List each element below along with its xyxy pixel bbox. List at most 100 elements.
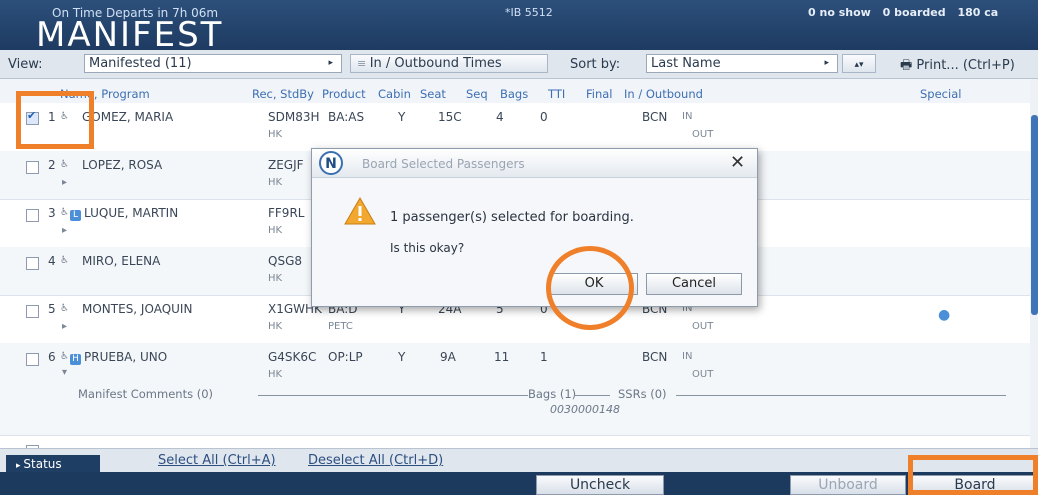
dropdown-arrow-icon: ▸ xyxy=(328,58,333,68)
checkbox-icon[interactable] xyxy=(26,257,39,270)
table-row[interactable]: 1 ♿ GOMEZ, MARIA SDM83H HK BA:AS Y 15C 4… xyxy=(0,103,1030,152)
record-locator: G4SK6C xyxy=(268,350,317,364)
table-row[interactable]: 6 ♿ ▾ H PRUEBA, UNO G4SK6C HK OP:LP Y 9A… xyxy=(0,343,1030,436)
app-logo-icon: N xyxy=(319,151,343,175)
printer-icon: 🖶 xyxy=(900,58,917,73)
person-icon: ♿ xyxy=(60,303,69,314)
expand-arrow-icon[interactable]: ▸ xyxy=(62,321,67,332)
uncheck-button[interactable]: Uncheck xyxy=(536,475,664,495)
cabin: Y xyxy=(398,110,406,124)
passenger-number: 2 xyxy=(48,158,56,172)
checkbox-icon[interactable] xyxy=(26,353,39,366)
person-icon: ♿ xyxy=(60,351,69,362)
dialog-title-bar[interactable]: N Board Selected Passengers ✕ xyxy=(312,149,757,178)
sequence: 4 xyxy=(496,110,504,124)
passenger-number: 3 xyxy=(48,206,56,220)
record-locator: SDM83H xyxy=(268,110,320,124)
in-outbound-times-label: In / Outbound Times xyxy=(369,56,502,71)
warning-icon xyxy=(344,197,376,225)
passenger-name: LUQUE, MARTIN xyxy=(84,206,179,220)
checkbox-icon[interactable] xyxy=(26,209,39,222)
expand-arrow-icon[interactable]: ▸ xyxy=(62,225,67,236)
view-select-value: Manifested (11) xyxy=(89,56,192,71)
select-all-link[interactable]: Select All (Ctrl+A) xyxy=(158,453,276,468)
product-extra: PETC xyxy=(328,321,353,332)
scrollbar-thumb[interactable] xyxy=(1031,115,1038,315)
standby-status: HK xyxy=(268,177,283,188)
record-locator: QSG8 xyxy=(268,254,302,268)
cabin: Y xyxy=(398,350,406,364)
seat: 9A xyxy=(440,350,456,364)
person-icon: ♿ xyxy=(60,207,69,218)
highlight-box-board xyxy=(908,455,1038,495)
record-locator: ZEGJF xyxy=(268,158,304,172)
divider xyxy=(574,395,610,396)
passenger-name: LOPEZ, ROSA xyxy=(82,158,163,172)
col-seq[interactable]: Seq xyxy=(466,87,488,101)
deselect-all-shortcut: (Ctrl+D) xyxy=(389,453,444,468)
board-confirm-dialog: N Board Selected Passengers ✕ 1 passenge… xyxy=(311,148,758,307)
bags-link[interactable]: Bags (1) xyxy=(528,387,576,401)
view-label: View: xyxy=(8,57,43,72)
chat-icon[interactable]: ● xyxy=(938,307,950,323)
manifest-comments-link[interactable]: Manifest Comments (0) xyxy=(78,387,213,401)
col-product[interactable]: Product xyxy=(322,87,366,101)
flight-number: *IB 5512 xyxy=(505,6,553,19)
checkbox-icon[interactable] xyxy=(26,161,39,174)
standby-status: HK xyxy=(268,321,283,332)
expand-arrow-icon[interactable]: ▸ xyxy=(62,177,67,188)
col-final[interactable]: Final xyxy=(586,87,613,101)
capacity-count: 180 ca xyxy=(957,6,999,19)
ssrs-link[interactable]: SSRs (0) xyxy=(618,387,667,401)
person-icon: ♿ xyxy=(60,159,69,170)
program-badge: L xyxy=(70,206,83,221)
outbound: OUT xyxy=(692,129,714,140)
dialog-message: 1 passenger(s) selected for boarding. xyxy=(390,210,634,225)
highlight-box-checkbox xyxy=(16,91,94,149)
bags: 0 xyxy=(540,110,548,124)
checkbox-icon[interactable] xyxy=(26,305,39,318)
in-outbound-times-button[interactable]: ≡ In / Outbound Times xyxy=(350,54,548,73)
sort-select-value: Last Name xyxy=(651,56,721,71)
standby-status: HK xyxy=(268,225,283,236)
badge-letter: H xyxy=(70,354,81,365)
unboard-button[interactable]: Unboard xyxy=(790,475,906,495)
standby-status: HK xyxy=(268,129,283,140)
print-button[interactable]: 🖶 Print... (Ctrl+P) xyxy=(900,56,1015,78)
select-all-shortcut: (Ctrl+A) xyxy=(222,453,276,468)
passenger-name: GOMEZ, MARIA xyxy=(82,110,174,124)
inbound: IN xyxy=(682,111,693,122)
cancel-button[interactable]: Cancel xyxy=(646,273,742,295)
highlight-circle-ok xyxy=(546,246,634,330)
deselect-all-label: Deselect All xyxy=(308,453,385,468)
collapse-arrow-icon[interactable]: ▾ xyxy=(62,367,67,378)
inbound: IN xyxy=(682,351,693,362)
sort-select[interactable]: Last Name ▸ xyxy=(646,54,838,73)
status-tab-label: Status xyxy=(23,457,62,471)
col-rec-stdby[interactable]: Rec, StdBy xyxy=(252,87,314,101)
col-in-outbound[interactable]: In / Outbound xyxy=(624,87,703,101)
app-title: MANIFEST xyxy=(36,15,224,55)
passenger-name: PRUEBA, UNO xyxy=(84,350,168,364)
col-cabin[interactable]: Cabin xyxy=(378,87,411,101)
col-special[interactable]: Special xyxy=(920,87,961,101)
bag-tag-number: 0030000148 xyxy=(550,403,620,416)
badge-letter: L xyxy=(70,210,81,221)
program-badge: H xyxy=(70,350,83,365)
person-icon: ♿ xyxy=(60,255,69,266)
col-bags[interactable]: Bags xyxy=(500,87,528,101)
deselect-all-link[interactable]: Deselect All (Ctrl+D) xyxy=(308,453,443,468)
dialog-question: Is this okay? xyxy=(390,241,465,255)
col-seat[interactable]: Seat xyxy=(420,87,446,101)
view-select[interactable]: Manifested (11) ▸ xyxy=(84,54,342,73)
passenger-name: MONTES, JOAQUIN xyxy=(82,302,193,316)
close-icon[interactable]: ✕ xyxy=(730,152,745,173)
dialog-title: Board Selected Passengers xyxy=(362,157,525,171)
sort-direction-button[interactable]: ▴▾ xyxy=(842,54,876,73)
col-tti[interactable]: TTI xyxy=(548,87,565,101)
select-all-label: Select All xyxy=(158,453,219,468)
status-tab[interactable]: ▸ Status xyxy=(6,455,100,473)
divider xyxy=(676,395,1006,396)
product: BA:AS xyxy=(328,110,365,124)
column-header-row: Name, Program Rec, StdBy Product Cabin S… xyxy=(0,79,1030,103)
